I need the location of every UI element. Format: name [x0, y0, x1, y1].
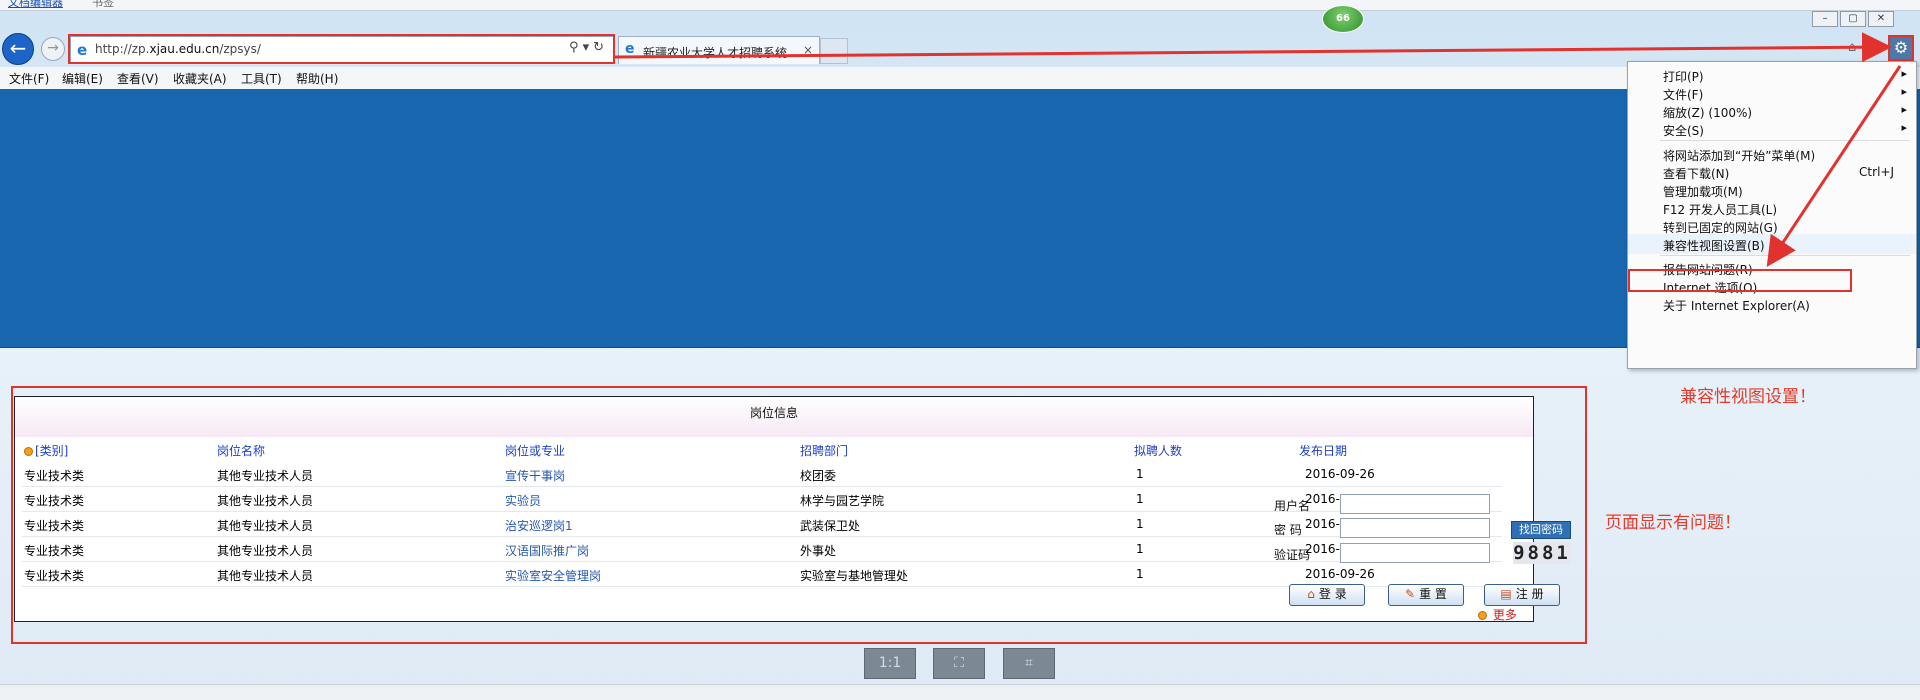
- bottom-strip: [0, 684, 1920, 700]
- fit-screen-icon: ⛶: [954, 655, 964, 671]
- arrow-address-to-gear: [614, 32, 1892, 63]
- arrow-gear-to-compat: [1766, 65, 1902, 268]
- actual-size-button[interactable]: 1:1: [864, 648, 916, 679]
- crop-button[interactable]: ⌗: [1003, 648, 1055, 679]
- fit-screen-button[interactable]: ⛶: [933, 648, 985, 679]
- crop-icon: ⌗: [1025, 655, 1033, 671]
- annotation-arrows: [614, 32, 1902, 268]
